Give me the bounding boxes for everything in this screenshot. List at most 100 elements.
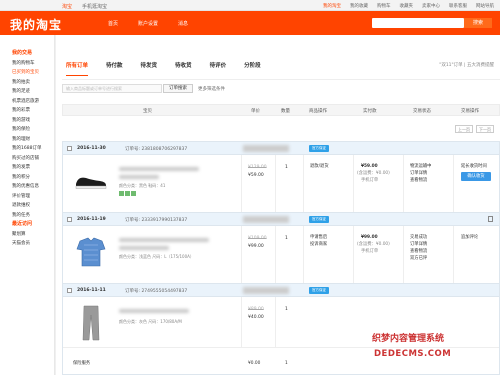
nav-home[interactable]: 首页 bbox=[108, 20, 118, 27]
sidebar-item[interactable]: 我的购物车 bbox=[12, 59, 54, 69]
order-body: 颜色分类：黑色 鞋码：41 ¥129.00 ¥59.00 1 退款/退货 ¥59… bbox=[63, 155, 499, 217]
insurance-price: ¥0.00 bbox=[248, 361, 261, 366]
shop-name-blurred[interactable] bbox=[243, 287, 289, 294]
status-shipping: 物流运输中 bbox=[410, 164, 432, 169]
header-search-input[interactable] bbox=[372, 18, 464, 28]
order-date: 2016-11-11 bbox=[77, 288, 106, 293]
sidebar-item[interactable]: 聚划算 bbox=[12, 230, 54, 240]
sidebar-item[interactable]: 退款维权 bbox=[12, 201, 54, 211]
tab-pending-payment[interactable]: 待付款 bbox=[106, 61, 123, 76]
product-attrs: 颜色分类：灰色 尺码：170/80A/M bbox=[119, 319, 182, 324]
col-trade-ops: 交易操作 bbox=[461, 109, 479, 114]
order-card: 2016-11-19 订单号: 2333917990137837 官方保证 颜色… bbox=[62, 212, 500, 289]
nav-messages[interactable]: 消息 bbox=[178, 20, 188, 27]
insurance-label: 保险服务 bbox=[73, 361, 91, 366]
collection-link[interactable]: 收藏夹 bbox=[400, 3, 414, 9]
view-logistics-link[interactable]: 查看物流 bbox=[410, 177, 427, 184]
sidebar-item[interactable]: 机票酒店旅游 bbox=[12, 97, 54, 107]
my-taobao-link[interactable]: 我的淘宝 bbox=[323, 3, 341, 9]
both-reviewed-label: 双方已评 bbox=[410, 256, 428, 261]
order-header: 2016-11-30 订单号: 2381808706297837 官方保证 bbox=[63, 142, 499, 155]
product-attrs: 颜色分类：黑色 鞋码：41 bbox=[119, 183, 166, 188]
sidebar-item[interactable]: 我的任务 bbox=[12, 211, 54, 221]
sidebar-item[interactable]: 我的游戏 bbox=[12, 116, 54, 126]
product-title-blurred[interactable] bbox=[119, 238, 209, 242]
sidebar-item[interactable]: 我的足迹 bbox=[12, 87, 54, 97]
sidebar-item[interactable]: 天猫会员 bbox=[12, 239, 54, 249]
quantity: 1 bbox=[285, 236, 288, 241]
product-attrs: 颜色分类：浅蓝色 尺码：L（175/100A） bbox=[119, 254, 194, 259]
taobao-link[interactable]: 淘宝 bbox=[62, 3, 72, 10]
header-search-button[interactable]: 搜索 bbox=[464, 18, 492, 28]
sidebar-item[interactable]: 我的理财 bbox=[12, 135, 54, 145]
shoe-icon bbox=[75, 177, 107, 189]
order-number: 订单号: 2381808706297837 bbox=[125, 147, 188, 152]
table-header: 宝贝 单价 数量 商品操作 实付款 交易状态 交易操作 bbox=[62, 104, 500, 116]
tab-installment[interactable]: 分阶段 bbox=[244, 61, 261, 76]
order-number: 订单号: 2749555054497837 bbox=[125, 289, 188, 294]
order-checkbox[interactable] bbox=[67, 146, 72, 151]
customer-service-link[interactable]: 联系客服 bbox=[449, 3, 467, 9]
sidebar-item[interactable]: 我的优惠信息 bbox=[12, 182, 54, 192]
order-checkbox[interactable] bbox=[67, 288, 72, 293]
append-review-link[interactable]: 追加评论 bbox=[461, 234, 478, 241]
original-price: ¥89.00 bbox=[248, 307, 264, 312]
order-detail-link[interactable]: 订单详情 bbox=[410, 241, 427, 248]
sidebar-item[interactable]: 评价管理 bbox=[12, 192, 54, 202]
seller-center-link[interactable]: 卖家中心 bbox=[422, 3, 440, 9]
mobile-taobao-link[interactable]: 手机逛淘宝 bbox=[82, 3, 107, 10]
product-title-blurred[interactable] bbox=[119, 309, 189, 313]
product-image-pants[interactable] bbox=[73, 305, 109, 341]
favorites-link[interactable]: 我的收藏 bbox=[350, 3, 368, 9]
product-title-blurred[interactable] bbox=[119, 167, 199, 171]
sidebar-item[interactable]: 我的发票 bbox=[12, 163, 54, 173]
site-nav-link[interactable]: 网站导航 bbox=[476, 3, 494, 9]
extend-receipt-link[interactable]: 延长收货时间 bbox=[461, 163, 487, 170]
guarantee-badge: 官方保证 bbox=[309, 287, 329, 294]
nav-account-settings[interactable]: 账户设置 bbox=[138, 20, 158, 27]
order-header: 2016-11-19 订单号: 2333917990137837 官方保证 bbox=[63, 213, 499, 226]
top-bar-right: 我的淘宝 我的收藏 购物车 收藏夹 卖家中心 联系客服 网站导航 bbox=[323, 3, 494, 9]
order-number: 订单号: 2333917990137837 bbox=[125, 218, 188, 223]
col-goods-ops: 商品操作 bbox=[309, 109, 327, 114]
cart-link[interactable]: 购物车 bbox=[377, 3, 391, 9]
order-detail-link[interactable]: 订单详情 bbox=[410, 170, 427, 177]
next-page-button[interactable]: 下一页 bbox=[476, 125, 494, 133]
after-sale-link[interactable]: 申请售后 bbox=[310, 234, 327, 241]
confirm-receipt-button[interactable]: 确认收货 bbox=[461, 172, 491, 181]
col-paid: 实付款 bbox=[363, 109, 377, 114]
sidebar-item[interactable]: 我的1688订单 bbox=[12, 144, 54, 154]
sidebar-item[interactable]: 我的拍卖 bbox=[12, 78, 54, 88]
product-title-blurred-2 bbox=[119, 175, 159, 179]
sidebar-item[interactable]: 我的保险 bbox=[12, 125, 54, 135]
pants-icon bbox=[82, 305, 100, 341]
sidebar-item[interactable]: 我的彩票 bbox=[12, 106, 54, 116]
view-logistics-link[interactable]: 查看物流 bbox=[410, 248, 427, 255]
product-image-shoe[interactable] bbox=[73, 163, 109, 199]
shop-name-blurred[interactable] bbox=[243, 216, 289, 223]
tab-pending-shipment[interactable]: 待发货 bbox=[141, 61, 158, 76]
tab-all-orders[interactable]: 所有订单 bbox=[66, 61, 89, 76]
sidebar-item[interactable]: 我的积分 bbox=[12, 173, 54, 183]
complaint-link[interactable]: 投诉商家 bbox=[310, 241, 327, 248]
more-filters-link[interactable]: 更多筛选条件 bbox=[198, 86, 225, 92]
double11-reminder-link[interactable]: "双11"订单 | 五大消费提醒 bbox=[439, 62, 494, 68]
sidebar-item[interactable]: 已买到的宝贝 bbox=[12, 68, 54, 78]
product-image-shirt[interactable] bbox=[73, 234, 109, 270]
shop-name-blurred[interactable] bbox=[243, 145, 289, 152]
guarantee-badge: 官方保证 bbox=[309, 216, 329, 223]
sidebar-item[interactable]: 购买过的店铺 bbox=[12, 154, 54, 164]
tab-pending-review[interactable]: 待评价 bbox=[210, 61, 227, 76]
mobile-order-label: 手机订单 bbox=[361, 249, 379, 254]
original-price: ¥109.00 bbox=[248, 236, 267, 241]
quantity: 1 bbox=[285, 165, 288, 170]
col-unit-price: 单价 bbox=[251, 109, 260, 114]
order-search-button[interactable]: 订单搜索 bbox=[163, 84, 193, 93]
refund-link[interactable]: 退款/退货 bbox=[310, 163, 329, 170]
trash-icon[interactable] bbox=[488, 216, 493, 222]
tab-pending-receipt[interactable]: 待收货 bbox=[175, 61, 192, 76]
order-search-input[interactable]: 输入商品标题或订单号进行搜索 bbox=[62, 84, 162, 93]
logo[interactable]: 我的淘宝 bbox=[10, 16, 62, 33]
prev-page-button[interactable]: 上一页 bbox=[455, 125, 473, 133]
order-checkbox[interactable] bbox=[67, 217, 72, 222]
